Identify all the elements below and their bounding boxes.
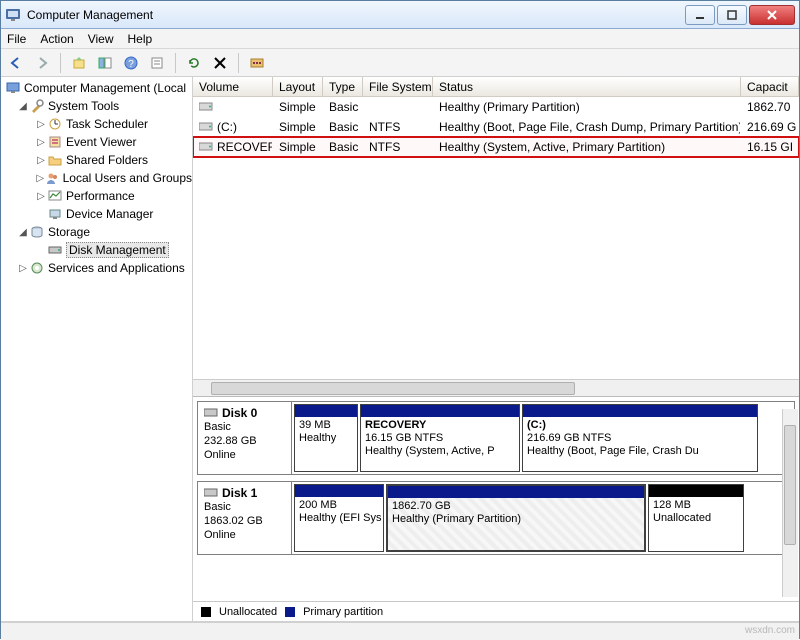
tree-services[interactable]: ▷Services and Applications — [1, 259, 192, 277]
tree-task-scheduler[interactable]: ▷Task Scheduler — [1, 115, 192, 133]
expand-icon[interactable]: ▷ — [35, 155, 47, 166]
expand-icon[interactable]: ▷ — [35, 137, 47, 148]
toolbar-separator — [60, 53, 61, 73]
legend: Unallocated Primary partition — [193, 601, 799, 621]
disk-row: Disk 0Basic232.88 GBOnline39 MBHealthyRE… — [197, 401, 795, 475]
grid-body[interactable]: SimpleBasicHealthy (Primary Partition)18… — [193, 97, 799, 379]
tree-root[interactable]: Computer Management (Local — [1, 79, 192, 97]
partition[interactable]: (C:)216.69 GB NTFSHealthy (Boot, Page Fi… — [522, 404, 758, 472]
menu-help[interactable]: Help — [128, 32, 153, 46]
event-icon — [47, 134, 63, 150]
show-hide-tree-button[interactable] — [94, 52, 116, 74]
expand-icon[interactable]: ▷ — [35, 119, 47, 130]
legend-primary-label: Primary partition — [303, 606, 383, 618]
tree-local-users[interactable]: ▷Local Users and Groups — [1, 169, 192, 187]
computer-icon — [5, 80, 21, 96]
collapse-icon[interactable]: ◢ — [17, 101, 29, 112]
properties-button[interactable] — [146, 52, 168, 74]
settings-button[interactable] — [246, 52, 268, 74]
volume-icon — [199, 142, 213, 152]
partition[interactable]: 1862.70 GBHealthy (Primary Partition) — [386, 484, 646, 552]
delete-button[interactable] — [209, 52, 231, 74]
app-icon — [5, 7, 21, 23]
folder-icon — [47, 152, 63, 168]
collapse-icon[interactable]: ◢ — [17, 227, 29, 238]
volume-grid: Volume Layout Type File System Status Ca… — [193, 77, 799, 397]
disk-info[interactable]: Disk 1Basic1863.02 GBOnline — [198, 482, 292, 554]
expand-icon[interactable]: ▷ — [35, 173, 46, 184]
tree-shared-folders[interactable]: ▷Shared Folders — [1, 151, 192, 169]
svg-text:?: ? — [128, 59, 134, 70]
legend-unalloc-swatch — [201, 607, 211, 617]
toolbar-separator — [238, 53, 239, 73]
disk-map: Disk 0Basic232.88 GBOnline39 MBHealthyRE… — [193, 397, 799, 601]
back-button[interactable] — [5, 52, 27, 74]
tree-performance[interactable]: ▷Performance — [1, 187, 192, 205]
disk-info[interactable]: Disk 0Basic232.88 GBOnline — [198, 402, 292, 474]
performance-icon — [47, 188, 63, 204]
services-icon — [29, 260, 45, 276]
toolbar-separator — [175, 53, 176, 73]
disk-icon — [204, 487, 218, 499]
menu-action[interactable]: Action — [40, 32, 73, 46]
maximize-button[interactable] — [717, 5, 747, 25]
disk-icon — [204, 407, 218, 419]
clock-icon — [47, 116, 63, 132]
tree-device-manager[interactable]: Device Manager — [1, 205, 192, 223]
partition[interactable]: 39 MBHealthy — [294, 404, 358, 472]
disk-icon — [47, 242, 63, 258]
menu-view[interactable]: View — [88, 32, 114, 46]
vertical-scrollbar[interactable] — [782, 409, 798, 597]
help-button[interactable]: ? — [120, 52, 142, 74]
expand-icon[interactable]: ▷ — [35, 191, 47, 202]
statusbar — [1, 622, 799, 640]
scrollbar-thumb[interactable] — [211, 382, 575, 395]
up-button[interactable] — [68, 52, 90, 74]
legend-unalloc-label: Unallocated — [219, 606, 277, 618]
partition[interactable]: 200 MBHealthy (EFI Sys — [294, 484, 384, 552]
col-capacity[interactable]: Capacit — [741, 77, 799, 97]
content-pane: Volume Layout Type File System Status Ca… — [193, 77, 799, 621]
main-area: Computer Management (Local ◢System Tools… — [1, 77, 799, 622]
device-icon — [47, 206, 63, 222]
tree-storage[interactable]: ◢Storage — [1, 223, 192, 241]
toolbar: ? — [1, 49, 799, 77]
minimize-button[interactable] — [685, 5, 715, 25]
volume-icon — [199, 102, 213, 112]
refresh-button[interactable] — [183, 52, 205, 74]
col-status[interactable]: Status — [433, 77, 741, 97]
partition[interactable]: RECOVERY16.15 GB NTFSHealthy (System, Ac… — [360, 404, 520, 472]
table-row[interactable]: RECOVERYSimpleBasicNTFSHealthy (System, … — [193, 137, 799, 157]
tree-event-viewer[interactable]: ▷Event Viewer — [1, 133, 192, 151]
users-icon — [46, 170, 60, 186]
volume-icon — [199, 122, 213, 132]
disk-row: Disk 1Basic1863.02 GBOnline200 MBHealthy… — [197, 481, 795, 555]
watermark: wsxdn.com — [745, 625, 795, 636]
table-row[interactable]: SimpleBasicHealthy (Primary Partition)18… — [193, 97, 799, 117]
grid-header: Volume Layout Type File System Status Ca… — [193, 77, 799, 97]
navigation-tree[interactable]: Computer Management (Local ◢System Tools… — [1, 77, 193, 621]
expand-icon[interactable]: ▷ — [17, 263, 29, 274]
col-type[interactable]: Type — [323, 77, 363, 97]
forward-button[interactable] — [31, 52, 53, 74]
tools-icon — [29, 98, 45, 114]
storage-icon — [29, 224, 45, 240]
titlebar: Computer Management — [1, 1, 799, 29]
legend-primary-swatch — [285, 607, 295, 617]
tree-system-tools[interactable]: ◢System Tools — [1, 97, 192, 115]
col-volume[interactable]: Volume — [193, 77, 273, 97]
col-filesystem[interactable]: File System — [363, 77, 433, 97]
col-layout[interactable]: Layout — [273, 77, 323, 97]
horizontal-scrollbar[interactable] — [193, 379, 799, 396]
tree-disk-management[interactable]: Disk Management — [1, 241, 192, 259]
table-row[interactable]: (C:)SimpleBasicNTFSHealthy (Boot, Page F… — [193, 117, 799, 137]
scrollbar-thumb[interactable] — [784, 425, 796, 545]
window-title: Computer Management — [27, 8, 683, 22]
close-button[interactable] — [749, 5, 795, 25]
menubar: File Action View Help — [1, 29, 799, 49]
menu-file[interactable]: File — [7, 32, 26, 46]
partition[interactable]: 128 MBUnallocated — [648, 484, 744, 552]
